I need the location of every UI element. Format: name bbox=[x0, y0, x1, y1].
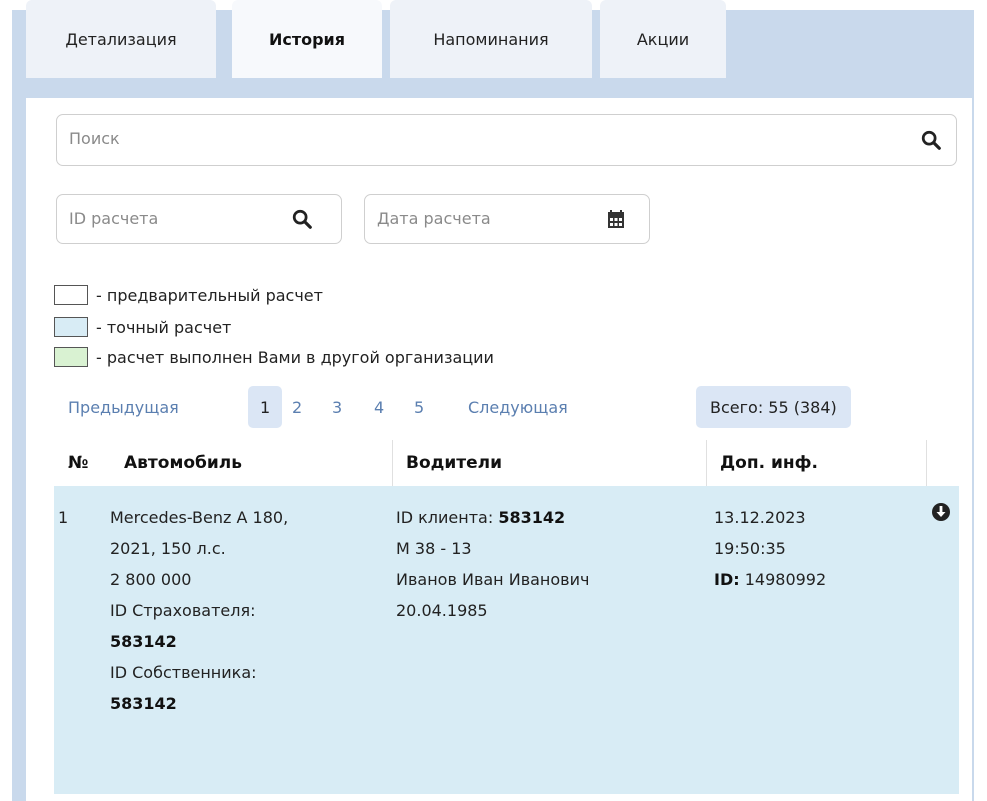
driver-license: М 38 - 13 bbox=[396, 539, 472, 558]
tab-reminders-label: Напоминания bbox=[433, 29, 549, 49]
col-header-extra-info: Доп. инф. bbox=[720, 453, 818, 473]
calc-id-field[interactable]: ID расчета bbox=[56, 194, 342, 244]
page-link-4[interactable]: 4 bbox=[374, 386, 384, 428]
search-input[interactable]: Поиск bbox=[56, 114, 957, 166]
table-row[interactable]: 1 Mercedes-Benz A 180, 2021, 150 л.с. 2 … bbox=[54, 486, 959, 794]
driver-name: Иванов Иван Иванович bbox=[396, 570, 590, 589]
legend-swatch-exact bbox=[54, 317, 88, 337]
legend-item-other-org: - расчет выполнен Вами в другой организа… bbox=[54, 346, 654, 368]
legend-swatch-preliminary bbox=[54, 285, 88, 305]
download-icon[interactable] bbox=[931, 502, 951, 522]
legend-swatch-other-org bbox=[54, 347, 88, 367]
page-link-5[interactable]: 5 bbox=[414, 386, 424, 428]
legend-label-preliminary: - предварительный расчет bbox=[96, 285, 323, 305]
tab-details[interactable]: Детализация bbox=[26, 0, 216, 78]
calc-date-placeholder: Дата расчета bbox=[377, 209, 491, 228]
column-divider bbox=[706, 440, 707, 486]
tab-details-label: Детализация bbox=[65, 29, 177, 49]
search-icon[interactable] bbox=[920, 129, 942, 151]
car-price: 2 800 000 bbox=[110, 570, 192, 589]
col-header-car: Автомобиль bbox=[124, 453, 243, 473]
legend-item-preliminary: - предварительный расчет bbox=[54, 284, 654, 306]
owner-id-value: 583142 bbox=[110, 694, 177, 713]
calc-time: 19:50:35 bbox=[714, 539, 786, 558]
col-header-drivers: Водители bbox=[406, 453, 503, 473]
owner-id-label: ID Собственника: bbox=[110, 663, 257, 682]
calendar-icon[interactable] bbox=[607, 209, 625, 229]
insurer-id-value: 583142 bbox=[110, 632, 177, 651]
driver-birthdate: 20.04.1985 bbox=[396, 601, 488, 620]
app-frame: Детализация История Напоминания Акции По… bbox=[0, 0, 987, 801]
search-placeholder: Поиск bbox=[69, 129, 120, 148]
row-number: 1 bbox=[58, 508, 69, 527]
next-page-link[interactable]: Следующая bbox=[468, 386, 568, 428]
tab-promos-label: Акции bbox=[636, 29, 690, 49]
car-year-power: 2021, 150 л.с. bbox=[110, 539, 226, 558]
legend-item-exact: - точный расчет bbox=[54, 316, 654, 338]
extra-info-cell: 13.12.2023 19:50:35 ID: 14980992 bbox=[714, 502, 914, 595]
car-model: Mercedes-Benz A 180, bbox=[110, 508, 289, 527]
drivers-cell: ID клиента: 583142 М 38 - 13 Иванов Иван… bbox=[396, 502, 696, 626]
table-header: № Автомобиль Водители Доп. инф. bbox=[54, 440, 959, 486]
legend-label-exact: - точный расчет bbox=[96, 317, 232, 337]
column-divider bbox=[926, 440, 927, 486]
search-icon[interactable] bbox=[291, 208, 313, 230]
page-link-2[interactable]: 2 bbox=[292, 386, 302, 428]
col-header-number: № bbox=[68, 453, 89, 473]
legend-label-other-org: - расчет выполнен Вами в другой организа… bbox=[96, 347, 494, 367]
prev-page-link[interactable]: Предыдущая bbox=[68, 386, 179, 428]
tab-history-label: История bbox=[268, 29, 346, 49]
calc-date: 13.12.2023 bbox=[714, 508, 806, 527]
total-count-badge: Всего: 55 (384) bbox=[696, 386, 851, 428]
calc-id-placeholder: ID расчета bbox=[69, 209, 159, 228]
calc-date-field[interactable]: Дата расчета bbox=[364, 194, 650, 244]
tab-reminders[interactable]: Напоминания bbox=[390, 0, 592, 78]
page-link-1[interactable]: 1 bbox=[248, 386, 283, 428]
column-divider bbox=[392, 440, 393, 486]
car-cell: Mercedes-Benz A 180, 2021, 150 л.с. 2 80… bbox=[110, 502, 390, 719]
pagination: Предыдущая 1 2 3 4 5 Следующая Всего: 55… bbox=[68, 386, 948, 428]
tab-history[interactable]: История bbox=[232, 0, 382, 78]
insurer-id-label: ID Страхователя: bbox=[110, 601, 256, 620]
calc-id-value: 14980992 bbox=[739, 570, 827, 589]
client-id-label: ID клиента: bbox=[396, 508, 499, 527]
client-id-value: 583142 bbox=[498, 508, 566, 527]
page-link-3[interactable]: 3 bbox=[332, 386, 342, 428]
tab-promos[interactable]: Акции bbox=[600, 0, 726, 78]
calc-id-label: ID: bbox=[714, 570, 740, 589]
